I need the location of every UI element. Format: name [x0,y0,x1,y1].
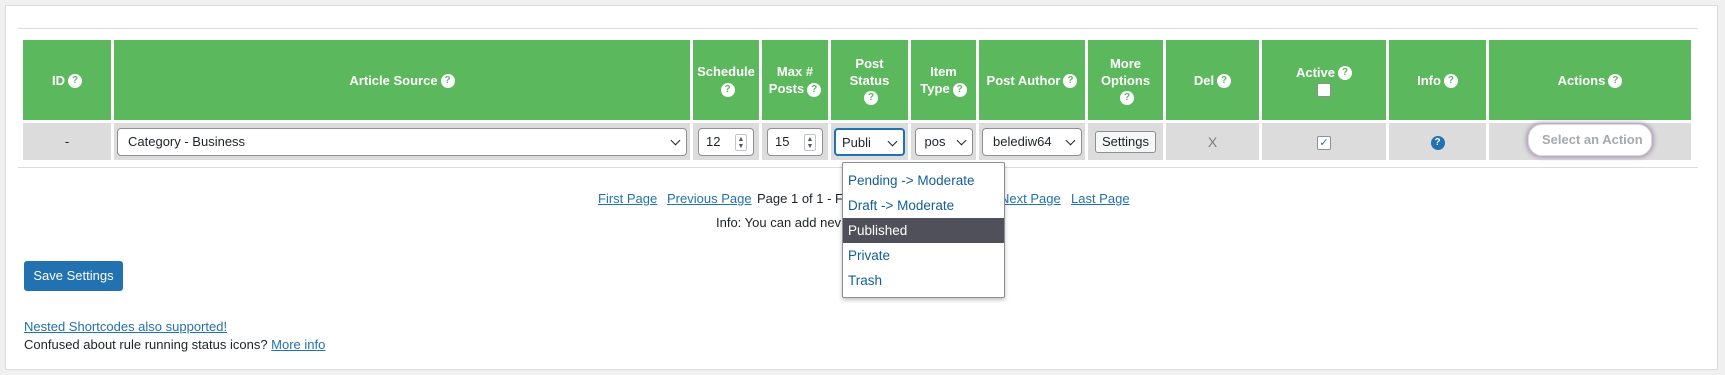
option-trash[interactable]: Trash [843,268,1004,293]
next-page-link[interactable]: Next Page [1000,191,1061,206]
rules-table: ID? Article Source? Schedule? Max # Posts… [20,37,1694,163]
item-type-select[interactable]: pos [914,127,973,156]
option-published[interactable]: Published [843,218,1004,243]
help-icon[interactable]: ? [864,91,878,106]
help-icon[interactable]: ? [1063,74,1078,89]
delete-icon[interactable]: X [1208,134,1217,150]
header-del: Del? [1166,40,1259,120]
select-all-checkbox[interactable] [1317,82,1331,97]
table-header-row: ID? Article Source? Schedule? Max # Posts… [23,40,1691,120]
help-icon[interactable]: ? [1338,66,1353,81]
option-private[interactable]: Private [843,243,1004,268]
header-max-posts: Max # Posts? [762,40,828,120]
option-pending-moderate[interactable]: Pending -> Moderate [843,168,1004,193]
spinner-icon[interactable]: ▲ ▼ [804,133,816,151]
cell-active: ✓ [1262,123,1386,160]
header-more-options: More Options? [1088,40,1163,120]
cell-info: ? [1389,123,1486,160]
table-row: - Category - Business 12 ▲ ▼ 15 ▲ ▼ Publ… [23,123,1691,160]
post-status-dropdown: Pending -> Moderate Draft -> Moderate Pu… [842,162,1005,298]
previous-page-link[interactable]: Previous Page [667,191,752,206]
schedule-input[interactable]: 12 ▲ ▼ [698,127,754,156]
page-status: Page 1 of 1 - F [757,191,843,206]
help-icon[interactable]: ? [1443,74,1458,89]
last-page-link[interactable]: Last Page [1071,191,1130,206]
settings-button[interactable]: Settings [1095,130,1156,153]
post-status-select[interactable]: Publi [834,127,905,156]
help-icon[interactable]: ? [68,74,82,89]
divider-top [18,28,1698,29]
header-schedule: Schedule? [693,40,759,120]
chevron-down-icon [956,135,966,145]
header-item-type: Item Type? [911,40,976,120]
post-author-select[interactable]: belediw64 [982,127,1082,156]
cell-post-status: Publi [831,123,908,160]
cell-item-type: pos [911,123,976,160]
max-posts-input[interactable]: 15 ▲ ▼ [767,127,823,156]
info-text: Info: You can add nev [716,215,842,230]
option-draft-moderate[interactable]: Draft -> Moderate [843,193,1004,218]
cell-article-source: Category - Business [114,123,690,160]
header-info: Info? [1389,40,1486,120]
save-settings-button[interactable]: Save Settings [24,261,123,291]
chevron-down-icon [670,135,681,145]
actions-select[interactable]: Select an Action [1528,124,1652,156]
cell-more-options: Settings [1088,123,1163,160]
help-icon[interactable]: ? [952,82,967,97]
chevron-down-icon [887,136,898,146]
help-icon[interactable]: ? [1608,74,1623,89]
confused-text: Confused about rule running status icons… [24,337,268,352]
cell-post-author: belediw64 [979,123,1085,160]
header-post-status: Post Status? [831,40,908,120]
help-icon[interactable]: ? [440,74,455,89]
chevron-down-icon [1065,135,1076,145]
header-actions: Actions? [1489,40,1691,120]
help-icon[interactable]: ? [807,82,822,97]
article-source-select[interactable]: Category - Business [117,127,687,156]
header-active: Active? [1262,40,1386,120]
help-icon[interactable]: ? [1120,91,1134,106]
cell-id: - [23,123,111,160]
info-circle-icon[interactable]: ? [1430,136,1445,150]
nested-shortcodes-link[interactable]: Nested Shortcodes also supported! [24,319,227,334]
more-info-link[interactable]: More info [271,337,325,352]
help-icon[interactable]: ? [720,82,735,97]
cell-del: X [1166,123,1259,160]
cell-actions: Select an Action [1489,123,1691,160]
header-id: ID? [23,40,111,120]
cell-max-posts: 15 ▲ ▼ [762,123,828,160]
first-page-link[interactable]: First Page [598,191,657,206]
spinner-icon[interactable]: ▲ ▼ [735,133,747,151]
help-icon[interactable]: ? [1217,74,1232,89]
active-checkbox[interactable]: ✓ [1317,135,1331,150]
footer-links: Nested Shortcodes also supported! Confus… [24,318,325,354]
cell-schedule: 12 ▲ ▼ [693,123,759,160]
header-post-author: Post Author? [979,40,1085,120]
header-article-source: Article Source? [114,40,690,120]
